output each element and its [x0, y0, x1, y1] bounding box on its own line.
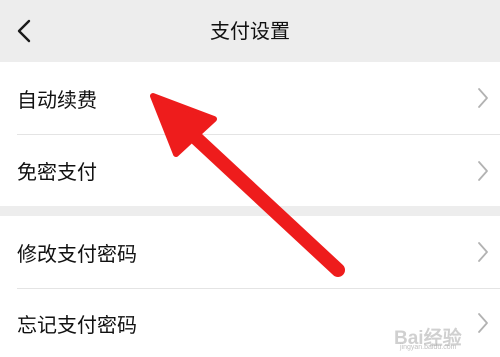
change-payment-password-item[interactable]: 修改支付密码: [0, 216, 500, 288]
forgot-payment-password-item[interactable]: 忘记支付密码: [0, 289, 500, 357]
chevron-right-icon: [478, 88, 488, 108]
auto-renew-label: 自动续费: [17, 87, 97, 112]
back-button[interactable]: [6, 13, 42, 49]
change-payment-password-label: 修改支付密码: [17, 241, 137, 266]
auto-renew-item[interactable]: 自动续费: [0, 62, 500, 134]
password-free-payment-label: 免密支付: [17, 160, 97, 184]
chevron-right-icon: [478, 160, 488, 181]
password-free-payment-item[interactable]: 免密支付: [0, 135, 500, 206]
forgot-payment-password-label: 忘记支付密码: [17, 312, 137, 337]
settings-group-payment: 自动续费 免密支付: [0, 62, 500, 206]
chevron-right-icon: [478, 242, 488, 262]
page-title: 支付设置: [210, 19, 290, 43]
back-chevron-icon: [17, 19, 31, 43]
nav-header: 支付设置: [0, 0, 500, 62]
settings-group-password: 修改支付密码 忘记支付密码: [0, 216, 500, 357]
chevron-right-icon: [478, 313, 488, 333]
